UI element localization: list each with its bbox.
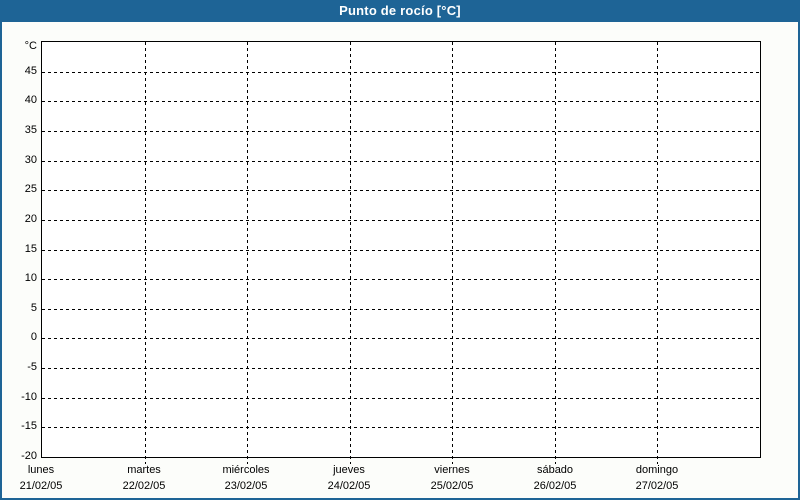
h-gridline xyxy=(42,309,760,310)
chart-window: Punto de rocío [°C] °C 45 40 35 30 25 20 15 10 5… xyxy=(0,0,800,500)
y-tick-label: 30 xyxy=(24,154,37,166)
h-gridline xyxy=(42,368,760,369)
x-day-label: domingo xyxy=(635,464,679,476)
y-tick-label: -15 xyxy=(21,420,37,432)
h-gridline xyxy=(42,131,760,132)
y-tick-label: 15 xyxy=(24,243,37,255)
x-date-label: 24/02/05 xyxy=(327,480,371,492)
h-gridline xyxy=(42,250,760,251)
plot-area xyxy=(41,41,761,464)
v-gridline xyxy=(145,42,146,464)
y-tick-label: 40 xyxy=(24,94,37,106)
x-day-label: viernes xyxy=(434,464,470,476)
y-tick-label: 5 xyxy=(30,302,37,314)
y-tick-label: 0 xyxy=(30,331,37,343)
x-date-label: 23/02/05 xyxy=(224,480,268,492)
h-gridline xyxy=(42,101,760,102)
y-tick-label: -5 xyxy=(27,361,37,373)
y-tick-label: 45 xyxy=(24,65,37,77)
chart-title: Punto de rocío [°C] xyxy=(339,3,461,18)
x-day-label: miércoles xyxy=(222,464,270,476)
x-date-label: 26/02/05 xyxy=(533,480,577,492)
x-day-label: martes xyxy=(127,464,161,476)
x-day-label: lunes xyxy=(27,464,55,476)
h-gridline xyxy=(42,72,760,73)
y-tick-label: 10 xyxy=(24,272,37,284)
h-gridline xyxy=(42,220,760,221)
y-tick-label: 25 xyxy=(24,183,37,195)
x-date-label: 25/02/05 xyxy=(430,480,474,492)
y-tick-label: -10 xyxy=(21,391,37,403)
y-axis-unit-label: °C xyxy=(24,40,37,52)
h-gridline xyxy=(42,279,760,280)
x-day-label: sábado xyxy=(536,464,574,476)
x-day-label: jueves xyxy=(333,464,365,476)
x-date-label: 27/02/05 xyxy=(635,480,679,492)
v-gridline xyxy=(452,42,453,464)
x-date-label: 21/02/05 xyxy=(19,480,63,492)
v-gridline xyxy=(247,42,248,464)
h-gridline xyxy=(42,427,760,428)
title-bar: Punto de rocío [°C] xyxy=(2,0,798,22)
h-gridline xyxy=(42,161,760,162)
h-gridline xyxy=(42,190,760,191)
v-gridline xyxy=(350,42,351,464)
y-tick-label: 20 xyxy=(24,213,37,225)
v-gridline xyxy=(657,42,658,464)
x-date-label: 22/02/05 xyxy=(122,480,166,492)
v-gridline xyxy=(555,42,556,464)
h-gridline xyxy=(42,398,760,399)
h-gridline xyxy=(42,338,760,339)
y-tick-label: -20 xyxy=(21,450,37,462)
y-tick-label: 35 xyxy=(24,124,37,136)
